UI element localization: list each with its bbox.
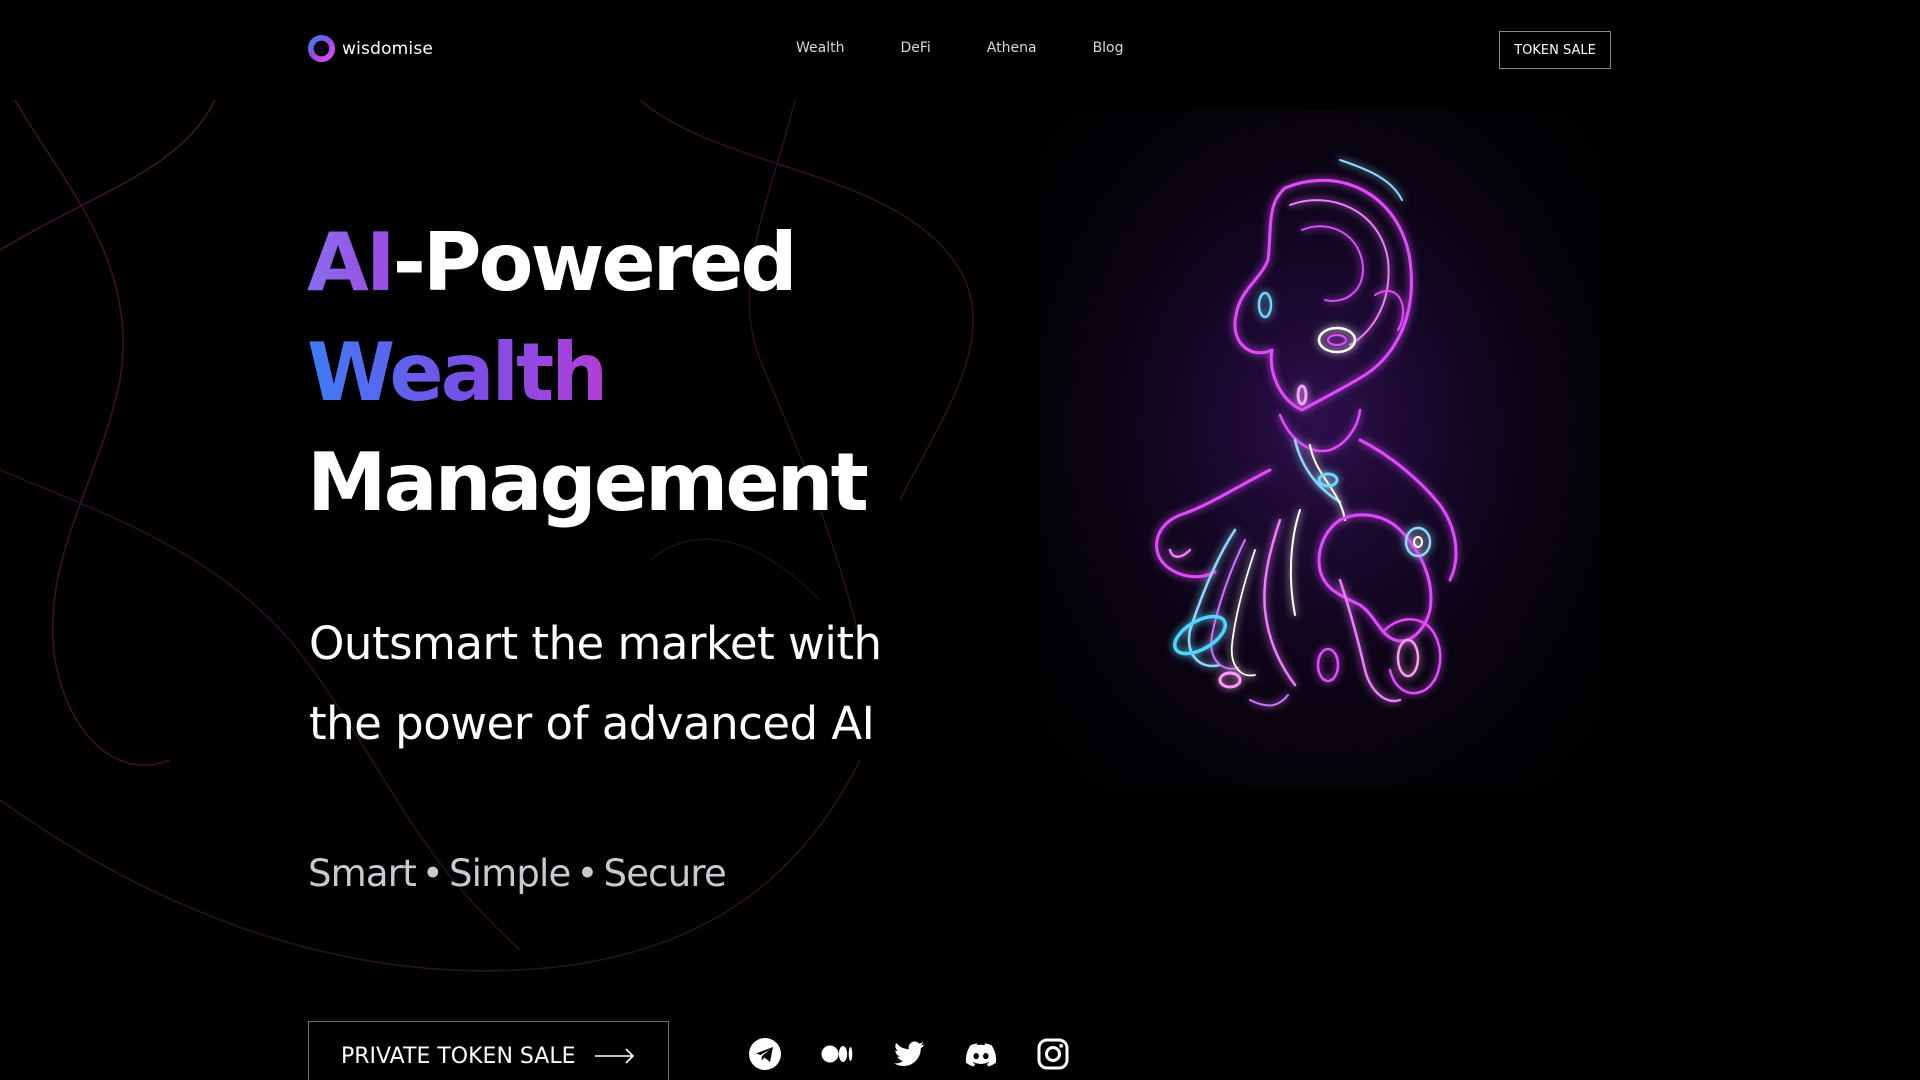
hero-subtitle-line-2: the power of advanced AI [309,697,875,750]
medium-icon [821,1045,853,1063]
private-token-sale-button[interactable]: PRIVATE TOKEN SALE [308,1021,669,1080]
hero-title-line-2: Wealth [307,318,866,428]
hero-title-ai: AI [307,216,396,309]
cta-label: PRIVATE TOKEN SALE [341,1043,576,1069]
social-links [748,1037,1070,1071]
nav-item-blog[interactable]: Blog [1093,40,1124,56]
landing-page: wisdomise Wealth DeFi Athena Blog TOKEN … [0,0,1920,1080]
social-instagram[interactable] [1036,1037,1070,1071]
token-sale-button[interactable]: TOKEN SALE [1499,31,1611,69]
nav-item-athena[interactable]: Athena [987,40,1037,56]
hero-title-line-1: AI-Powered [307,208,866,318]
tagline-separator: • [421,852,444,895]
tagline-smart: Smart [308,852,417,895]
social-telegram[interactable] [748,1037,782,1071]
social-twitter[interactable] [892,1037,926,1071]
social-discord[interactable] [964,1037,998,1071]
hero-tagline: Smart • Simple • Secure [308,852,727,895]
discord-icon [965,1043,997,1067]
background-curves [0,99,974,972]
telegram-icon [749,1038,781,1070]
main-nav: Wealth DeFi Athena Blog [796,40,1124,56]
tagline-secure: Secure [603,852,727,895]
nav-item-wealth[interactable]: Wealth [796,40,844,56]
arrow-right-icon [595,1048,635,1064]
social-medium[interactable] [820,1037,854,1071]
brand-logo[interactable]: wisdomise [307,34,433,63]
tagline-separator: • [576,852,599,895]
brand-name: wisdomise [342,38,434,59]
wisdomise-ring-logo-icon [307,34,336,63]
twitter-icon [894,1041,924,1067]
hero-subtitle: Outsmart the market with the power of ad… [309,604,882,764]
hero-title-wealth: Wealth [307,326,608,419]
neon-bust-figure [1040,110,1600,790]
instagram-icon [1037,1038,1069,1070]
neon-bust-artwork [1040,110,1600,790]
hero-title: AI-Powered Wealth Management [307,208,869,538]
hero-title-management: Management [307,436,869,529]
nav-item-defi[interactable]: DeFi [900,40,930,56]
hero-title-powered: -Powered [392,216,798,309]
tagline-simple: Simple [448,852,571,895]
site-header: wisdomise Wealth DeFi Athena Blog TOKEN … [0,0,1920,100]
hero-subtitle-line-1: Outsmart the market with [309,617,882,670]
